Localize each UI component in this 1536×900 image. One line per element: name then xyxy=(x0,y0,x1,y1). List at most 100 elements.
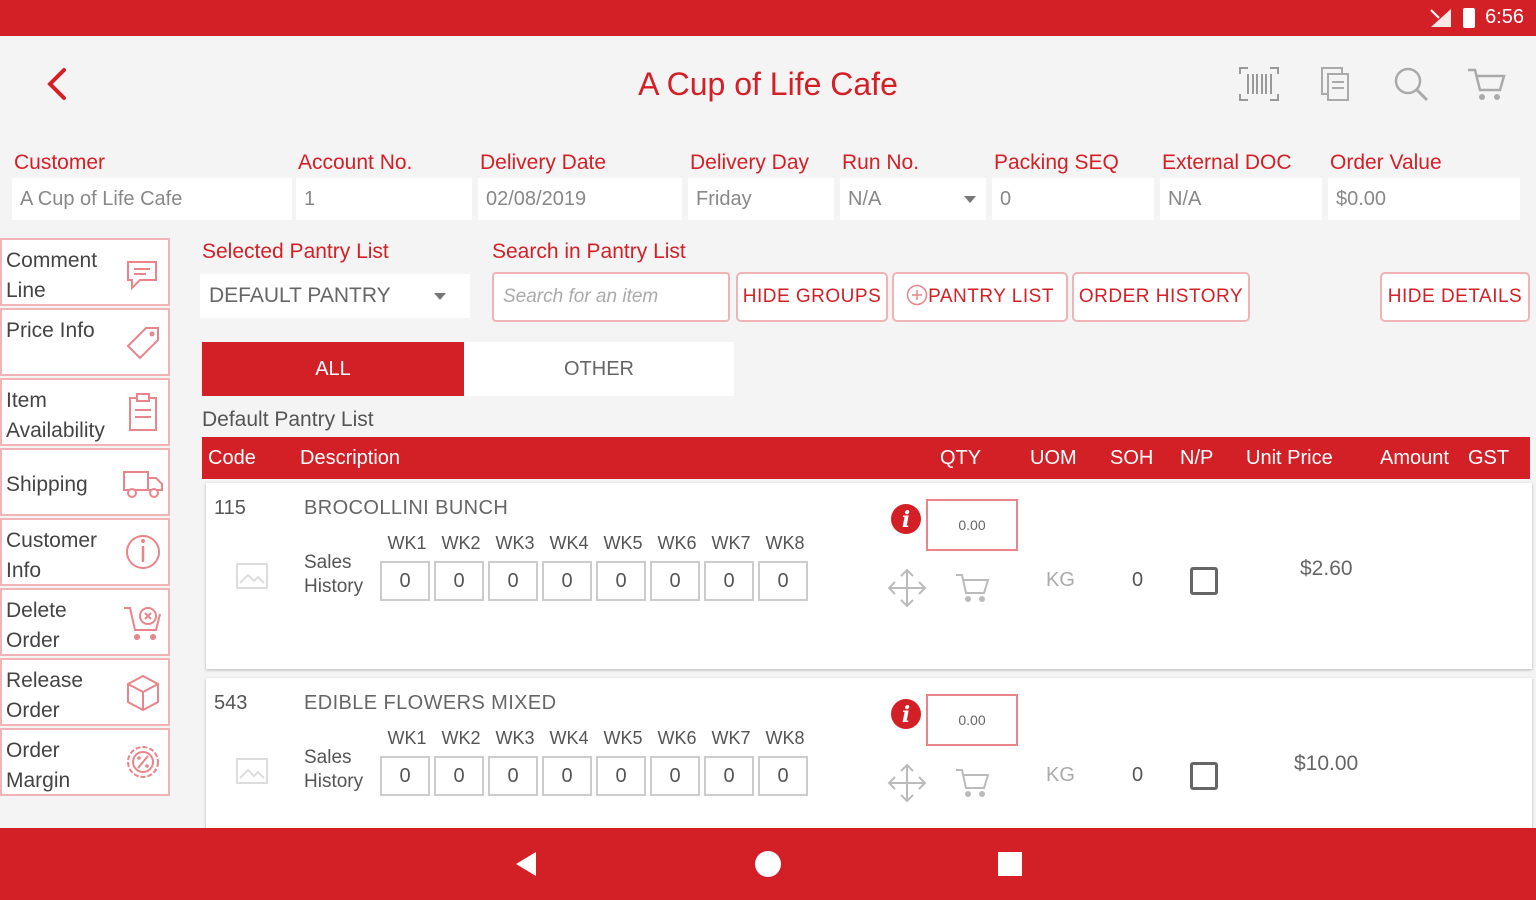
image-placeholder-icon xyxy=(236,758,268,784)
add-to-cart-icon[interactable] xyxy=(954,569,992,605)
sidebar-item-label: Item Availability xyxy=(6,389,105,442)
order-fields: Customer A Cup of Life Cafe Account No. … xyxy=(0,148,1536,224)
system-nav-bar xyxy=(0,828,1536,900)
item-code: 115 xyxy=(214,497,246,519)
nav-recents-icon[interactable] xyxy=(994,848,1026,880)
image-placeholder-icon xyxy=(236,563,268,589)
sidebar-item-comment-line[interactable]: Comment Line xyxy=(0,238,170,306)
tab-other[interactable]: OTHER xyxy=(464,342,734,396)
move-icon[interactable] xyxy=(886,567,928,609)
delivery-date-value[interactable]: 02/08/2019 xyxy=(478,178,682,220)
sidebar-item-order-margin[interactable]: Order Margin xyxy=(0,728,170,796)
week-value: 0 xyxy=(380,561,430,601)
sidebar-item-shipping[interactable]: Shipping xyxy=(0,448,170,516)
week-value: 0 xyxy=(650,756,700,796)
col-description: Description xyxy=(300,447,401,469)
col-unit-price: Unit Price xyxy=(1246,447,1333,469)
table-header: Code Description QTY UOM SOH N/P Unit Pr… xyxy=(202,437,1530,479)
status-bar: 6:56 xyxy=(0,0,1536,36)
item-soh: 0 xyxy=(1132,764,1144,786)
box-icon xyxy=(127,674,159,712)
week-label: WK4 xyxy=(549,728,589,748)
field-label: Run No. xyxy=(842,151,920,174)
search-input[interactable]: Search for an item xyxy=(492,272,730,322)
sidebar-item-customer-info[interactable]: Customer Info xyxy=(0,518,170,586)
barcode-scan-icon[interactable] xyxy=(1238,64,1280,104)
field-label: Delivery Day xyxy=(690,151,810,174)
hide-details-button[interactable]: HIDE DETAILS xyxy=(1380,272,1530,322)
item-description: BROCOLLINI BUNCH xyxy=(304,497,509,519)
week-value: 0 xyxy=(542,756,592,796)
svg-text:i: i xyxy=(902,507,910,533)
nav-home-icon[interactable] xyxy=(752,848,784,880)
info-icon[interactable]: i xyxy=(890,503,922,535)
sidebar-item-label: Release Order xyxy=(6,669,84,722)
dropdown-arrow-icon xyxy=(434,293,446,300)
week-label: WK8 xyxy=(765,533,805,553)
search-icon[interactable] xyxy=(1390,64,1432,104)
tab-all[interactable]: ALL xyxy=(202,342,464,396)
qty-input[interactable]: 0.00 xyxy=(926,499,1018,551)
table-row: 543 EDIBLE FLOWERS MIXED Sales History W… xyxy=(206,678,1532,828)
week-label: WK3 xyxy=(495,728,535,748)
account-value[interactable]: 1 xyxy=(296,178,472,220)
week-label: WK7 xyxy=(711,728,751,748)
account-field: Account No. 1 xyxy=(296,148,472,220)
percent-gear-icon xyxy=(127,746,159,778)
week-value: 0 xyxy=(596,756,646,796)
external-doc-value[interactable]: N/A xyxy=(1160,178,1322,220)
sidebar-item-release-order[interactable]: Release Order xyxy=(0,658,170,726)
document-copy-icon[interactable] xyxy=(1314,64,1356,104)
app-bar: A Cup of Life Cafe xyxy=(0,36,1536,134)
week-label: WK8 xyxy=(765,728,805,748)
field-label: Order Value xyxy=(1330,151,1442,174)
col-qty: QTY xyxy=(940,447,982,469)
field-label: Account No. xyxy=(298,151,413,174)
svg-text:i: i xyxy=(902,702,910,728)
week-label: WK6 xyxy=(657,728,697,748)
run-no-select[interactable]: N/A xyxy=(840,178,986,220)
np-checkbox[interactable] xyxy=(1190,567,1218,595)
sidebar-item-label: Customer Info xyxy=(6,529,98,582)
customer-field: Customer A Cup of Life Cafe xyxy=(12,148,292,220)
move-icon[interactable] xyxy=(886,762,928,804)
nav-back-icon[interactable] xyxy=(510,848,542,880)
order-value-field: Order Value $0.00 xyxy=(1328,148,1520,220)
sidebar-item-delete-order[interactable]: Delete Order xyxy=(0,588,170,656)
week-label: WK4 xyxy=(549,533,589,553)
sidebar-item-price-info[interactable]: Price Info xyxy=(0,308,170,376)
clock-time: 6:56 xyxy=(1485,6,1524,28)
item-unit-price: $10.00 xyxy=(1294,752,1359,775)
order-value: $0.00 xyxy=(1328,178,1520,220)
week-label: WK5 xyxy=(603,728,643,748)
item-code: 543 xyxy=(214,692,248,714)
qty-input[interactable]: 0.00 xyxy=(926,694,1018,746)
sidebar-item-label: Comment Line xyxy=(6,249,98,302)
cart-icon[interactable] xyxy=(1466,64,1508,104)
info-icon[interactable]: i xyxy=(890,698,922,730)
sales-history-label: Sales History xyxy=(304,747,364,792)
week-label: WK5 xyxy=(603,533,643,553)
customer-value[interactable]: A Cup of Life Cafe xyxy=(12,178,292,220)
hide-groups-button[interactable]: HIDE GROUPS xyxy=(736,272,888,322)
truck-icon xyxy=(123,471,163,498)
signal-icon xyxy=(1430,8,1452,27)
col-amount: Amount xyxy=(1380,447,1449,469)
pantry-panel: Selected Pantry List Search in Pantry Li… xyxy=(200,238,1536,828)
item-unit-price: $2.60 xyxy=(1300,557,1353,580)
price-tag-icon xyxy=(126,327,159,360)
np-checkbox[interactable] xyxy=(1190,762,1218,790)
pantry-list-button[interactable]: PANTRY LIST xyxy=(892,272,1068,322)
delivery-day-value[interactable]: Friday xyxy=(688,178,834,220)
week-headers: WK1 WK2 WK3 WK4 WK5 WK6 WK7 WK8 xyxy=(380,533,812,554)
item-soh: 0 xyxy=(1132,569,1144,591)
external-doc-field: External DOC N/A xyxy=(1160,148,1322,220)
week-label: WK7 xyxy=(711,533,751,553)
add-to-cart-icon[interactable] xyxy=(954,764,992,800)
packing-seq-value[interactable]: 0 xyxy=(992,178,1154,220)
sidebar-item-item-availability[interactable]: Item Availability xyxy=(0,378,170,446)
pantry-list-select[interactable]: DEFAULT PANTRY xyxy=(200,274,470,318)
clipboard-icon xyxy=(129,393,157,431)
col-uom: UOM xyxy=(1030,447,1077,469)
order-history-button[interactable]: ORDER HISTORY xyxy=(1072,272,1250,322)
